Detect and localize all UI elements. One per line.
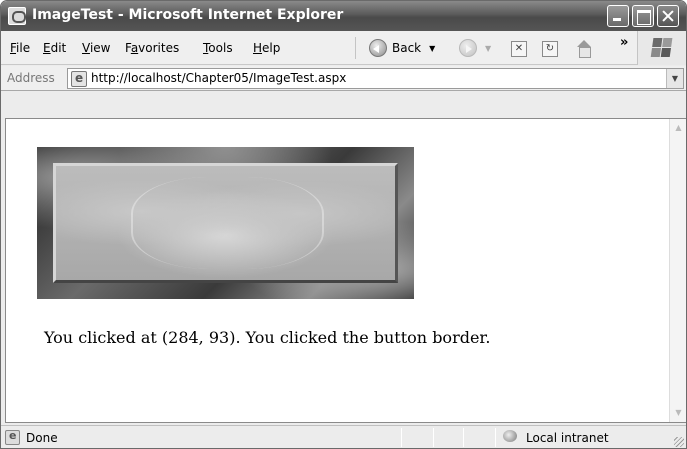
resize-grip[interactable] [674,437,684,447]
menu-tools-label: ools [208,41,233,55]
address-bar: Address http://localhost/Chapter05/Image… [1,66,686,91]
menu-file[interactable]: File [10,41,30,55]
minimize-button[interactable] [607,5,629,27]
menu-favorites[interactable]: Favorites [125,41,179,55]
close-button[interactable] [657,5,679,27]
scroll-up-icon[interactable]: ▲ [671,120,686,136]
menu-help-label: elp [262,41,281,55]
maximize-button[interactable] [632,5,654,27]
windows-logo-box [637,31,686,65]
image-button[interactable] [37,147,414,299]
back-label: Back [392,41,422,55]
window-title: ImageTest - Microsoft Internet Explorer [32,7,344,23]
forward-arrow-icon [459,39,477,57]
menu-help[interactable]: Help [253,41,280,55]
toolbar-overflow-chevron[interactable]: » [620,35,628,50]
ie-app-icon [8,7,26,25]
address-url: http://localhost/Chapter05/ImageTest.asp… [91,71,347,85]
menu-view-key: V [82,41,90,55]
forward-dropdown-icon[interactable]: ▼ [485,44,491,53]
refresh-icon[interactable]: ↻ [542,41,558,57]
stop-icon[interactable]: ✕ [511,41,527,57]
status-text: Done [26,431,58,445]
back-button[interactable]: Back ▼ [369,37,435,59]
page-icon [71,71,87,87]
menu-edit-label: dit [50,41,67,55]
forward-button[interactable]: ▼ [459,39,491,57]
menu-edit-key: E [43,41,51,55]
address-dropdown-icon[interactable]: ▼ [666,69,683,88]
address-label: Address [7,71,55,85]
browser-window: ImageTest - Microsoft Internet Explorer … [0,0,687,449]
windows-logo-icon [650,38,674,58]
menu-file-label: ile [16,41,31,55]
menu-toolbar: File Edit View Favorites Tools Help Back… [1,31,686,65]
status-separator [495,428,496,447]
security-zone-text: Local intranet [526,431,609,445]
address-input[interactable]: http://localhost/Chapter05/ImageTest.asp… [67,68,684,89]
menu-view-label: iew [89,41,111,55]
toolbar-separator [355,37,356,59]
status-separator [401,428,402,447]
scroll-down-icon[interactable]: ▼ [671,405,686,421]
image-inner-panel [56,166,395,280]
click-result-text: You clicked at (284, 93). You clicked th… [44,328,491,347]
status-bar: Done Local intranet [1,425,686,448]
vertical-scrollbar[interactable]: ▲ ▼ [669,119,686,422]
menu-view[interactable]: View [82,41,110,55]
page-viewport: You clicked at (284, 93). You clicked th… [5,118,686,423]
status-separator [463,428,464,447]
back-arrow-icon [369,39,387,57]
menu-tools[interactable]: Tools [203,41,233,55]
status-separator [433,428,434,447]
intranet-zone-icon [502,429,520,445]
back-dropdown-icon[interactable]: ▼ [429,44,435,53]
menu-help-key: H [253,41,263,55]
menu-favorites-label: vorites [138,41,180,55]
status-page-icon [5,429,20,445]
home-icon[interactable] [575,40,593,58]
title-bar[interactable]: ImageTest - Microsoft Internet Explorer [1,1,686,31]
menu-edit[interactable]: Edit [43,41,66,55]
